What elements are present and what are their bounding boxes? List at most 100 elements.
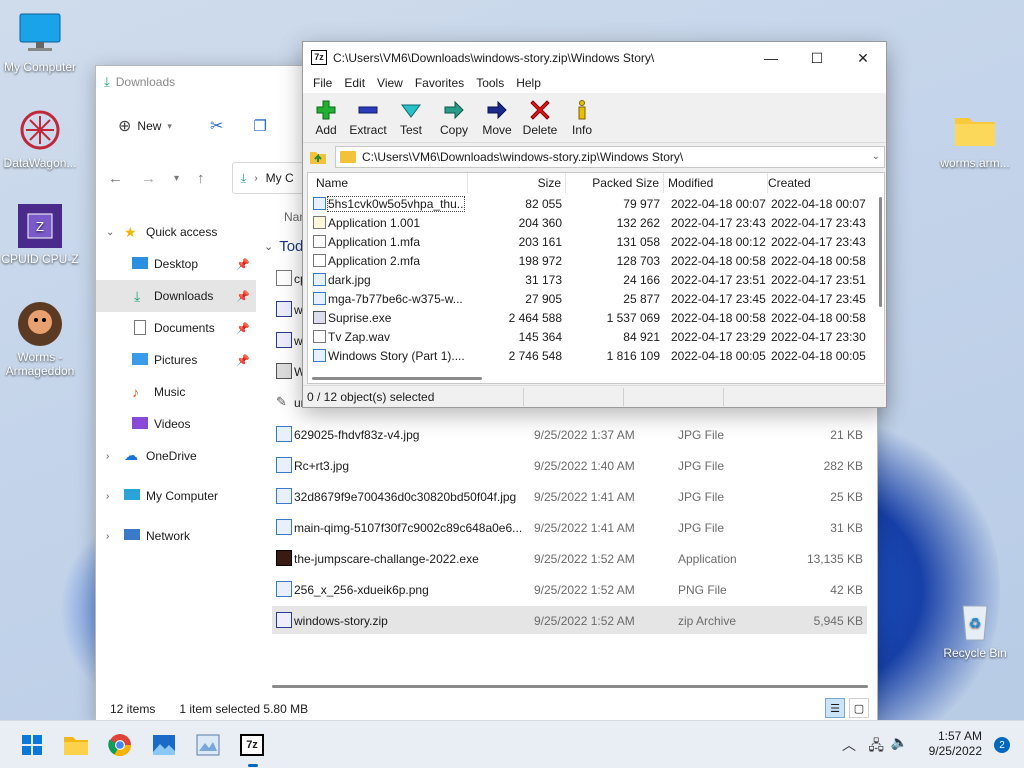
minimize-icon[interactable]: — (748, 46, 794, 70)
file-row-selected[interactable]: windows-story.zip 9/25/2022 1:52 AM zip … (272, 606, 867, 634)
column-header-modified[interactable]: Modified (668, 173, 768, 193)
network-icon[interactable]: 🖧 (868, 735, 884, 759)
sidebar-item-documents[interactable]: Documents 📌 (96, 312, 256, 344)
file-row-partial[interactable]: w (272, 326, 303, 354)
menu-view[interactable]: View (371, 73, 409, 93)
file-icon (313, 330, 326, 343)
photos-icon (153, 735, 175, 755)
cut-icon[interactable]: ✂ (204, 111, 229, 141)
archive-row[interactable]: mga-7b77be6c-w375-w... 27 905 25 877 2022-0… (308, 289, 868, 308)
toolbar-label: Extract (349, 123, 387, 137)
file-row-partial[interactable]: cp (272, 264, 307, 292)
archive-modified: 2022-04-18 00:05 (671, 349, 766, 363)
copy-button[interactable]: Copy (431, 99, 477, 137)
taskbar-paint[interactable] (194, 731, 222, 759)
file-type: JPG File (678, 490, 725, 504)
archive-row[interactable]: Suprise.exe 2 464 588 1 537 069 2022-04-18 … (308, 308, 868, 327)
sidebar-item-desktop[interactable]: Desktop 📌 (96, 248, 256, 280)
copy-icon[interactable]: ❐ (247, 111, 272, 141)
7zip-file-list[interactable]: Name Size Packed Size Modified Created 5… (307, 172, 885, 384)
menu-favorites[interactable]: Favorites (409, 73, 470, 93)
image-file-icon (276, 581, 292, 597)
archive-row[interactable]: 5hs1cvk0w5o5vhpa_thu... 82 055 79 977 2022-… (308, 194, 868, 213)
test-button[interactable]: Test (388, 99, 434, 137)
desktop-icon-recycle-bin[interactable]: ♻ Recycle Bin (935, 596, 1015, 660)
file-row[interactable]: 629025-fhdvf83z-v4.jpg 9/25/2022 1:37 AM… (272, 420, 867, 448)
tiles-view-icon[interactable]: ▢ (849, 698, 869, 718)
desktop-icon-worms-folder[interactable]: worms.arm... (935, 106, 1015, 170)
back-arrow-icon[interactable]: ← (108, 170, 123, 187)
new-button[interactable]: ⊕ New ▾ (112, 111, 178, 141)
file-row[interactable]: main-qimg-5107f30f7c9002c89c648a0e6... 9… (272, 513, 867, 541)
column-header-size[interactable]: Size (468, 173, 566, 193)
menu-tools[interactable]: Tools (470, 73, 510, 93)
delete-button[interactable]: Delete (517, 99, 563, 137)
sidebar-item-onedrive[interactable]: › ☁ OneDrive (96, 440, 256, 472)
column-header-created[interactable]: Created (768, 173, 868, 193)
column-header-name[interactable]: Name (312, 173, 468, 193)
sidebar-item-pictures[interactable]: Pictures 📌 (96, 344, 256, 376)
taskbar-chrome[interactable] (106, 731, 134, 759)
start-button[interactable] (18, 731, 46, 759)
volume-icon[interactable]: 🔈 (891, 734, 908, 751)
folder-up-icon[interactable] (309, 148, 327, 166)
file-row[interactable]: 32d8679f9e700436d0c30820bd50f04f.jpg 9/2… (272, 482, 867, 510)
chevron-down-icon[interactable]: ⌄ (872, 151, 880, 162)
vertical-scrollbar[interactable] (879, 197, 882, 307)
sidebar-item-videos[interactable]: Videos (96, 408, 256, 440)
forward-arrow-icon[interactable]: → (141, 170, 156, 187)
horizontal-scrollbar[interactable] (312, 377, 482, 380)
recent-chevron-icon[interactable]: ▾ (174, 173, 179, 184)
7zip-window[interactable]: 7z C:\Users\VM6\Downloads\windows-story.… (302, 41, 887, 408)
taskbar-photos[interactable] (150, 731, 178, 759)
sidebar-item-network[interactable]: › Network (96, 520, 256, 552)
file-row[interactable]: Rc+rt3.jpg 9/25/2022 1:40 AM JPG File 28… (272, 451, 867, 479)
status-selection: 1 item selected 5.80 MB (179, 702, 309, 716)
menu-edit[interactable]: Edit (338, 73, 371, 93)
plus-circle-icon: ⊕ (118, 118, 132, 135)
close-icon[interactable]: ✕ (840, 46, 886, 70)
menu-help[interactable]: Help (510, 73, 547, 93)
archive-row[interactable]: dark.jpg 31 173 24 166 2022-04-17 23:51 2022… (308, 270, 868, 289)
sidebar-item-my-computer[interactable]: › My Computer (96, 480, 256, 512)
info-button[interactable]: Info (559, 99, 605, 137)
sidebar-item-music[interactable]: ♪ Music (96, 376, 256, 408)
archive-row[interactable]: Tv Zap.wav 145 364 84 921 2022-04-17 23:29 2… (308, 327, 868, 346)
sidebar-item-quick-access[interactable]: ⌄ ★ Quick access (96, 216, 256, 248)
move-button[interactable]: Move (474, 99, 520, 137)
desktop-icon-worms[interactable]: Worms - Armageddon (0, 300, 80, 378)
archive-row[interactable]: Application 1.mfa 203 161 131 058 2022-04-1… (308, 232, 868, 251)
pin-icon[interactable]: 📌 (236, 322, 250, 335)
add-button[interactable]: Add (303, 99, 349, 137)
sidebar-item-downloads[interactable]: ⤓ Downloads 📌 (96, 280, 256, 312)
desktop-icon-cpuz[interactable]: Z CPUID CPU-Z (0, 202, 80, 266)
file-row-partial[interactable]: ✎ ur (272, 388, 305, 416)
menu-file[interactable]: File (307, 73, 338, 93)
archive-row[interactable]: Application 1.001 204 360 132 262 2022-04-1… (308, 213, 868, 232)
chevron-up-icon[interactable]: ︿ (842, 735, 856, 755)
file-row[interactable]: 256_x_256-xdueik6p.png 9/25/2022 1:52 AM… (272, 575, 867, 603)
file-row-partial[interactable]: W (272, 357, 305, 385)
file-row[interactable]: the-jumpscare-challange-2022.exe 9/25/20… (272, 544, 867, 572)
column-header-packed-size[interactable]: Packed Size (566, 173, 664, 193)
taskbar-7zip[interactable]: 7z (238, 731, 266, 767)
maximize-icon[interactable]: ☐ (794, 46, 840, 70)
pin-icon[interactable]: 📌 (236, 258, 250, 271)
up-arrow-icon[interactable]: ↑ (197, 170, 205, 187)
pin-icon[interactable]: 📌 (236, 354, 250, 367)
7zip-path-input[interactable]: C:\Users\VM6\Downloads\windows-story.zip… (335, 146, 885, 168)
notification-badge[interactable]: 2 (994, 737, 1010, 753)
clock[interactable]: 1:57 AM 9/25/2022 (929, 729, 982, 759)
pin-icon[interactable]: 📌 (236, 290, 250, 303)
file-row-partial[interactable]: w (272, 295, 303, 323)
horizontal-scrollbar[interactable] (272, 685, 868, 688)
desktop-icon-label: Worms - Armageddon (5, 350, 75, 378)
details-view-icon[interactable]: ☰ (825, 698, 845, 718)
desktop-icon-my-computer[interactable]: My Computer (0, 10, 80, 74)
extract-button[interactable]: Extract (345, 99, 391, 137)
taskbar-file-explorer[interactable] (62, 731, 90, 759)
7zip-title-bar[interactable]: 7z C:\Users\VM6\Downloads\windows-story.… (303, 42, 886, 73)
desktop-icon-datawagon[interactable]: DataWagon... (0, 106, 80, 170)
archive-row[interactable]: Application 2.mfa 198 972 128 703 2022-04-1… (308, 251, 868, 270)
archive-row[interactable]: Windows Story (Part 1).... 2 746 548 1 816… (308, 346, 868, 365)
